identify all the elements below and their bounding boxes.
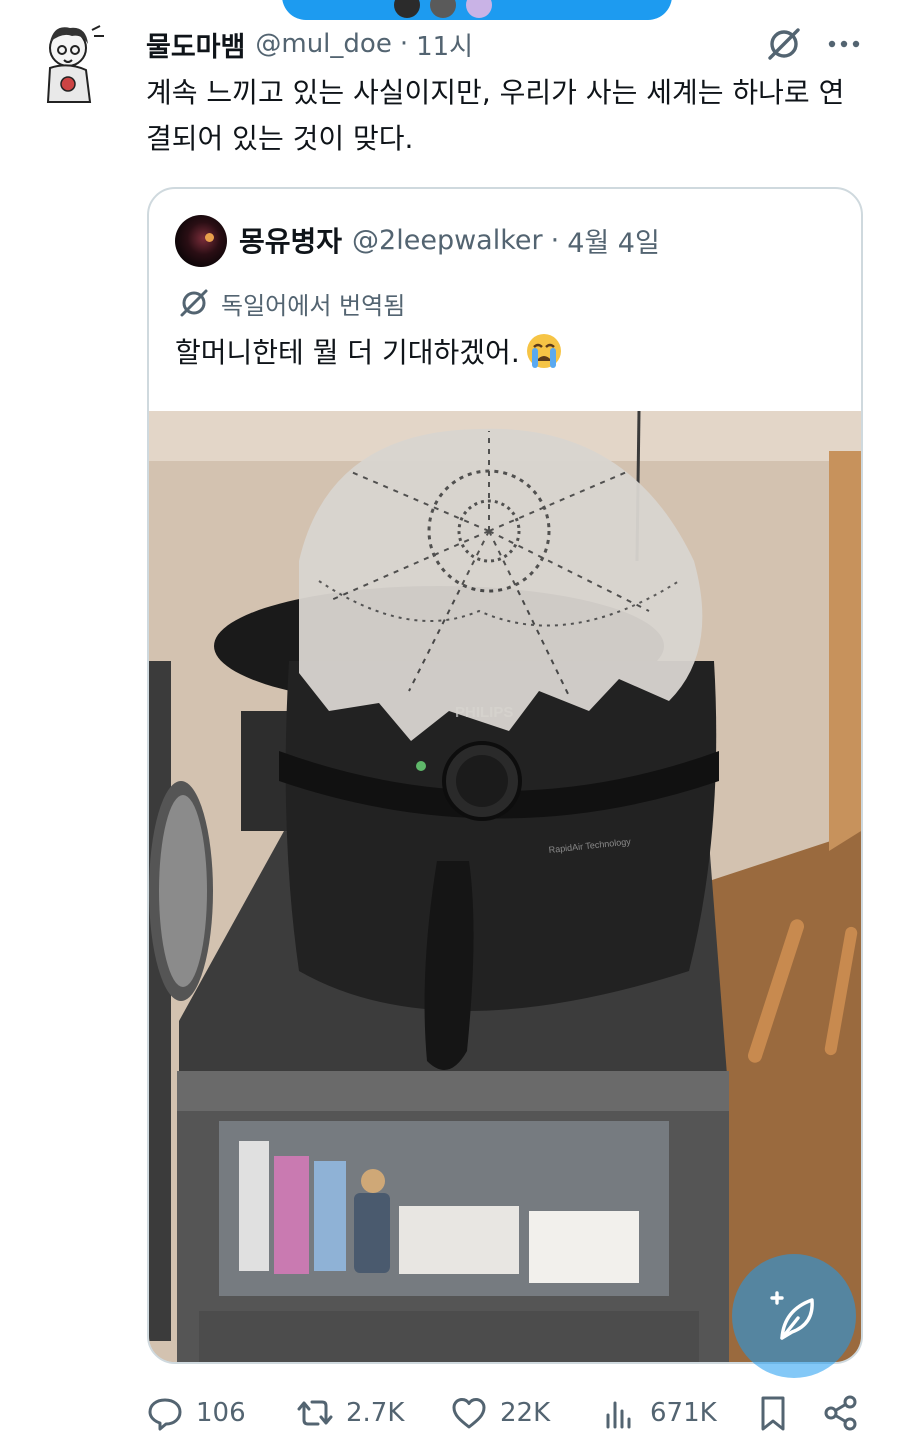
author-handle[interactable]: @mul_doe [255,29,391,59]
reply-count: 106 [196,1398,246,1428]
compose-button[interactable] [732,1254,856,1378]
pill-avatar [394,0,420,18]
post-text: 계속 느끼고 있는 사실이지만, 우리가 사는 세계는 하나로 연결되어 있는 … [146,76,845,155]
quoted-author-display-name[interactable]: 몽유병자 [239,220,342,260]
share-button[interactable] [822,1390,860,1436]
views-icon [606,1401,631,1429]
share-icon [824,1395,857,1431]
translate-icon [180,289,208,317]
grok-icon[interactable] [764,24,804,64]
repost-count: 2.7K [346,1398,405,1428]
bookmark-icon [761,1396,785,1431]
air-fryer-photo-illustration: PHILIPS RapidAir Technology [149,411,861,1362]
like-button[interactable]: 22K [450,1390,550,1436]
like-count: 22K [500,1398,551,1428]
quoted-post[interactable]: 몽유병자 @2leepwalker · 4월 4일 독일어에서 번역됨 할머니한… [147,187,863,1364]
author-display-name[interactable]: 물도마뱀 [146,25,245,64]
compose-icon [770,1291,814,1340]
translation-label: 독일어에서 번역됨 [221,291,406,320]
reply-button[interactable]: 106 [146,1390,246,1436]
crying-face-emoji [526,334,561,368]
quoted-post-photo[interactable]: PHILIPS RapidAir Technology [149,411,861,1362]
views-button[interactable]: 671K [600,1390,717,1436]
author-avatar[interactable] [38,22,110,110]
view-count: 671K [650,1398,717,1428]
quoted-author-avatar[interactable] [175,215,227,267]
quoted-post-header: 몽유병자 @2leepwalker · 4월 4일 [239,219,660,261]
quoted-post-time[interactable]: 4월 4일 [567,221,660,260]
pill-avatar [466,0,492,18]
translation-notice[interactable]: 독일어에서 번역됨 [177,285,405,321]
post-header: 물도마뱀 @mul_doe · 11시 [146,25,473,64]
bookmark-button[interactable] [754,1390,792,1436]
repost-button[interactable]: 2.7K [296,1390,404,1436]
post-actions-bar: 106 2.7K 22K 671K [0,1390,900,1438]
reply-icon [148,1398,182,1431]
new-posts-pill[interactable] [282,0,672,20]
pill-avatar [430,0,456,18]
quoted-post-text-row: 할머니한테 뭘 더 기대하겠어. [175,331,564,371]
quoted-post-text: 할머니한테 뭘 더 기대하겠어. [175,336,520,369]
separator-dot: · [550,224,560,256]
like-icon [452,1398,486,1429]
quoted-author-handle[interactable]: @2leepwalker [352,225,543,256]
repost-icon [297,1400,333,1426]
separator-dot: · [399,29,409,59]
post-time[interactable]: 11시 [416,26,473,63]
more-icon[interactable] [824,30,864,58]
